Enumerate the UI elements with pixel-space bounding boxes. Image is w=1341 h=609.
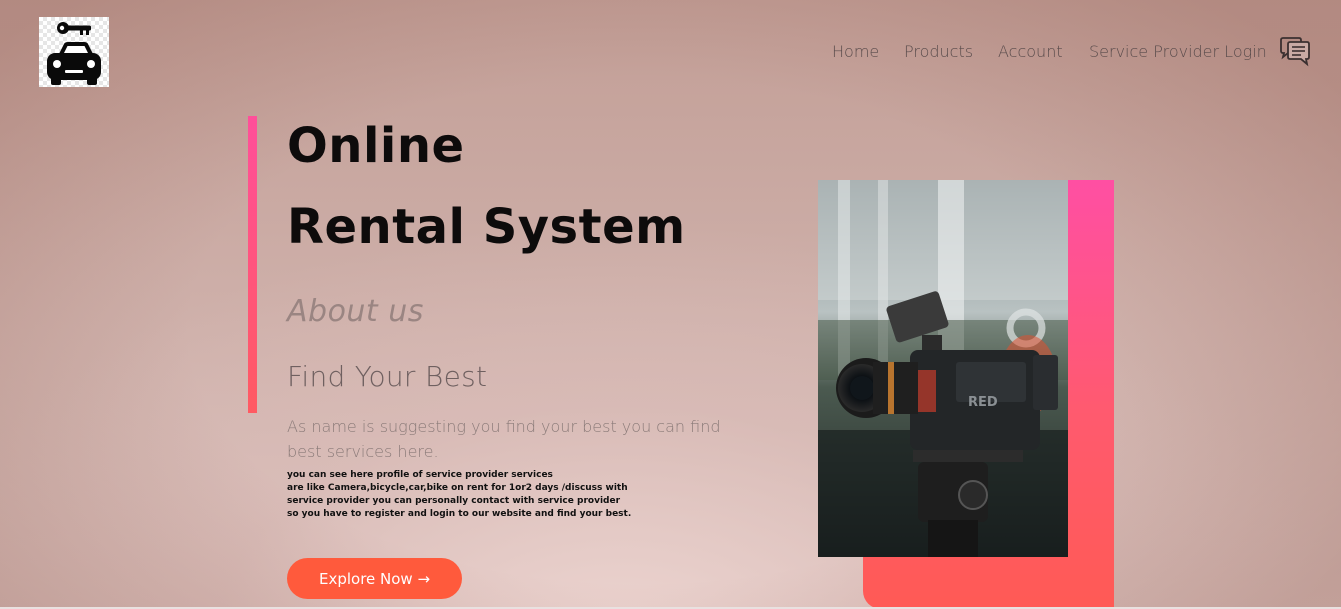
camera-photo: RED	[818, 180, 1068, 557]
background-vignette	[0, 0, 1341, 609]
chat-bubbles-icon[interactable]	[1279, 37, 1311, 67]
hero-title-line1: Online	[287, 118, 465, 174]
about-us-heading: About us	[287, 294, 424, 329]
details-line: you can see here profile of service prov…	[287, 470, 553, 480]
svg-text:RED: RED	[968, 395, 998, 410]
title-accent-bar	[248, 116, 257, 413]
hero-description: As name is suggesting you find your best…	[287, 417, 721, 461]
details-line: are like Camera,bicycle,car,bike on rent…	[287, 483, 628, 493]
main-nav: Home Products Account Service Provider L…	[832, 42, 1341, 64]
site-logo[interactable]	[39, 17, 109, 87]
nav-service-provider-login-link[interactable]: Service Provider Login	[1089, 42, 1267, 61]
nav-products-link[interactable]: Products	[904, 42, 973, 61]
nav-home-link[interactable]: Home	[832, 42, 879, 61]
hero-title-line2: Rental System	[287, 199, 686, 255]
car-key-icon	[47, 22, 101, 85]
details-line: so you have to register and login to our…	[287, 509, 632, 519]
explore-now-button[interactable]: Explore Now →	[287, 558, 462, 599]
find-your-best-heading: Find Your Best	[287, 360, 488, 393]
details-line: service provider you can personally cont…	[287, 496, 621, 506]
hero-details: you can see here profile of service prov…	[287, 469, 632, 521]
nav-account-link[interactable]: Account	[998, 42, 1063, 61]
